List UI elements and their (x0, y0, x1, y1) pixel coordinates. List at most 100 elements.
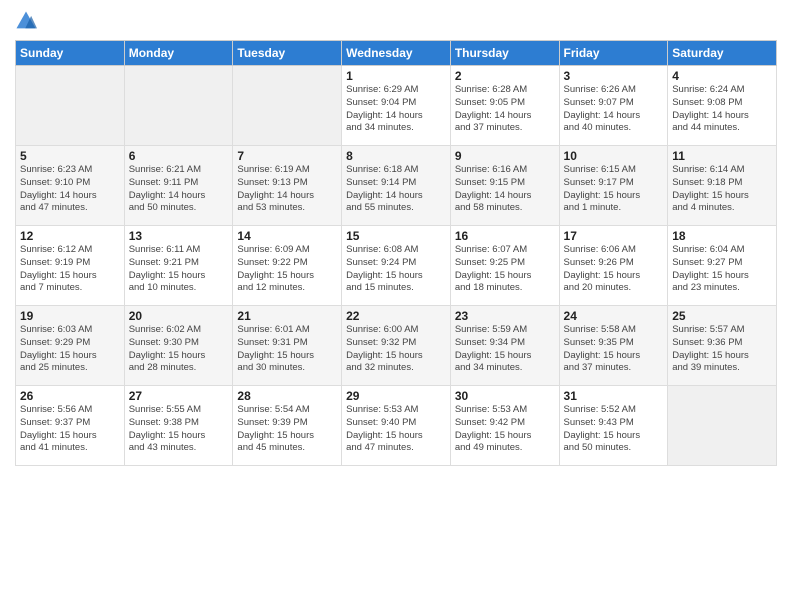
day-number: 18 (672, 229, 772, 243)
calendar-cell: 23Sunrise: 5:59 AM Sunset: 9:34 PM Dayli… (450, 306, 559, 386)
day-number: 28 (237, 389, 337, 403)
calendar-cell: 31Sunrise: 5:52 AM Sunset: 9:43 PM Dayli… (559, 386, 668, 466)
day-info: Sunrise: 6:06 AM Sunset: 9:26 PM Dayligh… (564, 244, 664, 295)
day-info: Sunrise: 6:26 AM Sunset: 9:07 PM Dayligh… (564, 84, 664, 135)
day-number: 6 (129, 149, 229, 163)
calendar-cell: 7Sunrise: 6:19 AM Sunset: 9:13 PM Daylig… (233, 146, 342, 226)
calendar-week-row: 19Sunrise: 6:03 AM Sunset: 9:29 PM Dayli… (16, 306, 777, 386)
day-number: 8 (346, 149, 446, 163)
weekday-header-wednesday: Wednesday (342, 41, 451, 66)
day-number: 26 (20, 389, 120, 403)
page: SundayMondayTuesdayWednesdayThursdayFrid… (0, 0, 792, 612)
calendar-week-row: 1Sunrise: 6:29 AM Sunset: 9:04 PM Daylig… (16, 66, 777, 146)
calendar-cell: 19Sunrise: 6:03 AM Sunset: 9:29 PM Dayli… (16, 306, 125, 386)
calendar-cell (16, 66, 125, 146)
weekday-header-monday: Monday (124, 41, 233, 66)
day-info: Sunrise: 6:24 AM Sunset: 9:08 PM Dayligh… (672, 84, 772, 135)
weekday-header-thursday: Thursday (450, 41, 559, 66)
weekday-header-friday: Friday (559, 41, 668, 66)
calendar-cell: 6Sunrise: 6:21 AM Sunset: 9:11 PM Daylig… (124, 146, 233, 226)
day-number: 15 (346, 229, 446, 243)
day-number: 21 (237, 309, 337, 323)
day-info: Sunrise: 5:58 AM Sunset: 9:35 PM Dayligh… (564, 324, 664, 375)
day-info: Sunrise: 5:54 AM Sunset: 9:39 PM Dayligh… (237, 404, 337, 455)
weekday-header-row: SundayMondayTuesdayWednesdayThursdayFrid… (16, 41, 777, 66)
day-number: 27 (129, 389, 229, 403)
day-info: Sunrise: 6:28 AM Sunset: 9:05 PM Dayligh… (455, 84, 555, 135)
calendar-cell: 30Sunrise: 5:53 AM Sunset: 9:42 PM Dayli… (450, 386, 559, 466)
day-number: 9 (455, 149, 555, 163)
day-info: Sunrise: 6:15 AM Sunset: 9:17 PM Dayligh… (564, 164, 664, 215)
day-info: Sunrise: 5:53 AM Sunset: 9:40 PM Dayligh… (346, 404, 446, 455)
calendar-cell: 14Sunrise: 6:09 AM Sunset: 9:22 PM Dayli… (233, 226, 342, 306)
calendar-cell: 16Sunrise: 6:07 AM Sunset: 9:25 PM Dayli… (450, 226, 559, 306)
day-info: Sunrise: 5:55 AM Sunset: 9:38 PM Dayligh… (129, 404, 229, 455)
day-info: Sunrise: 6:07 AM Sunset: 9:25 PM Dayligh… (455, 244, 555, 295)
weekday-header-sunday: Sunday (16, 41, 125, 66)
day-number: 17 (564, 229, 664, 243)
day-number: 3 (564, 69, 664, 83)
day-info: Sunrise: 6:04 AM Sunset: 9:27 PM Dayligh… (672, 244, 772, 295)
day-info: Sunrise: 5:57 AM Sunset: 9:36 PM Dayligh… (672, 324, 772, 375)
calendar-cell: 4Sunrise: 6:24 AM Sunset: 9:08 PM Daylig… (668, 66, 777, 146)
calendar-cell: 12Sunrise: 6:12 AM Sunset: 9:19 PM Dayli… (16, 226, 125, 306)
day-info: Sunrise: 6:23 AM Sunset: 9:10 PM Dayligh… (20, 164, 120, 215)
calendar-cell: 28Sunrise: 5:54 AM Sunset: 9:39 PM Dayli… (233, 386, 342, 466)
calendar-cell (124, 66, 233, 146)
weekday-header-saturday: Saturday (668, 41, 777, 66)
calendar-cell: 5Sunrise: 6:23 AM Sunset: 9:10 PM Daylig… (16, 146, 125, 226)
day-number: 31 (564, 389, 664, 403)
day-number: 4 (672, 69, 772, 83)
day-info: Sunrise: 5:52 AM Sunset: 9:43 PM Dayligh… (564, 404, 664, 455)
weekday-header-tuesday: Tuesday (233, 41, 342, 66)
day-number: 29 (346, 389, 446, 403)
calendar-cell: 2Sunrise: 6:28 AM Sunset: 9:05 PM Daylig… (450, 66, 559, 146)
day-info: Sunrise: 6:18 AM Sunset: 9:14 PM Dayligh… (346, 164, 446, 215)
day-info: Sunrise: 6:21 AM Sunset: 9:11 PM Dayligh… (129, 164, 229, 215)
calendar-cell: 1Sunrise: 6:29 AM Sunset: 9:04 PM Daylig… (342, 66, 451, 146)
calendar-cell: 11Sunrise: 6:14 AM Sunset: 9:18 PM Dayli… (668, 146, 777, 226)
calendar-cell: 9Sunrise: 6:16 AM Sunset: 9:15 PM Daylig… (450, 146, 559, 226)
logo (15, 10, 41, 32)
calendar-cell: 21Sunrise: 6:01 AM Sunset: 9:31 PM Dayli… (233, 306, 342, 386)
calendar-cell (233, 66, 342, 146)
day-info: Sunrise: 5:59 AM Sunset: 9:34 PM Dayligh… (455, 324, 555, 375)
day-number: 20 (129, 309, 229, 323)
day-number: 13 (129, 229, 229, 243)
calendar-cell: 26Sunrise: 5:56 AM Sunset: 9:37 PM Dayli… (16, 386, 125, 466)
calendar-cell: 3Sunrise: 6:26 AM Sunset: 9:07 PM Daylig… (559, 66, 668, 146)
day-info: Sunrise: 5:53 AM Sunset: 9:42 PM Dayligh… (455, 404, 555, 455)
calendar-cell: 27Sunrise: 5:55 AM Sunset: 9:38 PM Dayli… (124, 386, 233, 466)
day-number: 24 (564, 309, 664, 323)
calendar-cell: 18Sunrise: 6:04 AM Sunset: 9:27 PM Dayli… (668, 226, 777, 306)
calendar-week-row: 5Sunrise: 6:23 AM Sunset: 9:10 PM Daylig… (16, 146, 777, 226)
day-info: Sunrise: 6:14 AM Sunset: 9:18 PM Dayligh… (672, 164, 772, 215)
day-number: 2 (455, 69, 555, 83)
day-number: 12 (20, 229, 120, 243)
day-info: Sunrise: 6:19 AM Sunset: 9:13 PM Dayligh… (237, 164, 337, 215)
day-info: Sunrise: 6:29 AM Sunset: 9:04 PM Dayligh… (346, 84, 446, 135)
day-info: Sunrise: 6:08 AM Sunset: 9:24 PM Dayligh… (346, 244, 446, 295)
day-number: 11 (672, 149, 772, 163)
calendar-cell (668, 386, 777, 466)
header (15, 10, 777, 32)
day-number: 19 (20, 309, 120, 323)
day-number: 10 (564, 149, 664, 163)
calendar-cell: 25Sunrise: 5:57 AM Sunset: 9:36 PM Dayli… (668, 306, 777, 386)
day-number: 5 (20, 149, 120, 163)
calendar-cell: 8Sunrise: 6:18 AM Sunset: 9:14 PM Daylig… (342, 146, 451, 226)
day-number: 16 (455, 229, 555, 243)
day-info: Sunrise: 5:56 AM Sunset: 9:37 PM Dayligh… (20, 404, 120, 455)
calendar-cell: 24Sunrise: 5:58 AM Sunset: 9:35 PM Dayli… (559, 306, 668, 386)
logo-icon (15, 10, 37, 32)
day-number: 23 (455, 309, 555, 323)
day-number: 30 (455, 389, 555, 403)
day-number: 22 (346, 309, 446, 323)
day-info: Sunrise: 6:03 AM Sunset: 9:29 PM Dayligh… (20, 324, 120, 375)
calendar-week-row: 12Sunrise: 6:12 AM Sunset: 9:19 PM Dayli… (16, 226, 777, 306)
calendar-cell: 20Sunrise: 6:02 AM Sunset: 9:30 PM Dayli… (124, 306, 233, 386)
day-info: Sunrise: 6:12 AM Sunset: 9:19 PM Dayligh… (20, 244, 120, 295)
day-info: Sunrise: 6:16 AM Sunset: 9:15 PM Dayligh… (455, 164, 555, 215)
day-number: 14 (237, 229, 337, 243)
calendar-cell: 13Sunrise: 6:11 AM Sunset: 9:21 PM Dayli… (124, 226, 233, 306)
